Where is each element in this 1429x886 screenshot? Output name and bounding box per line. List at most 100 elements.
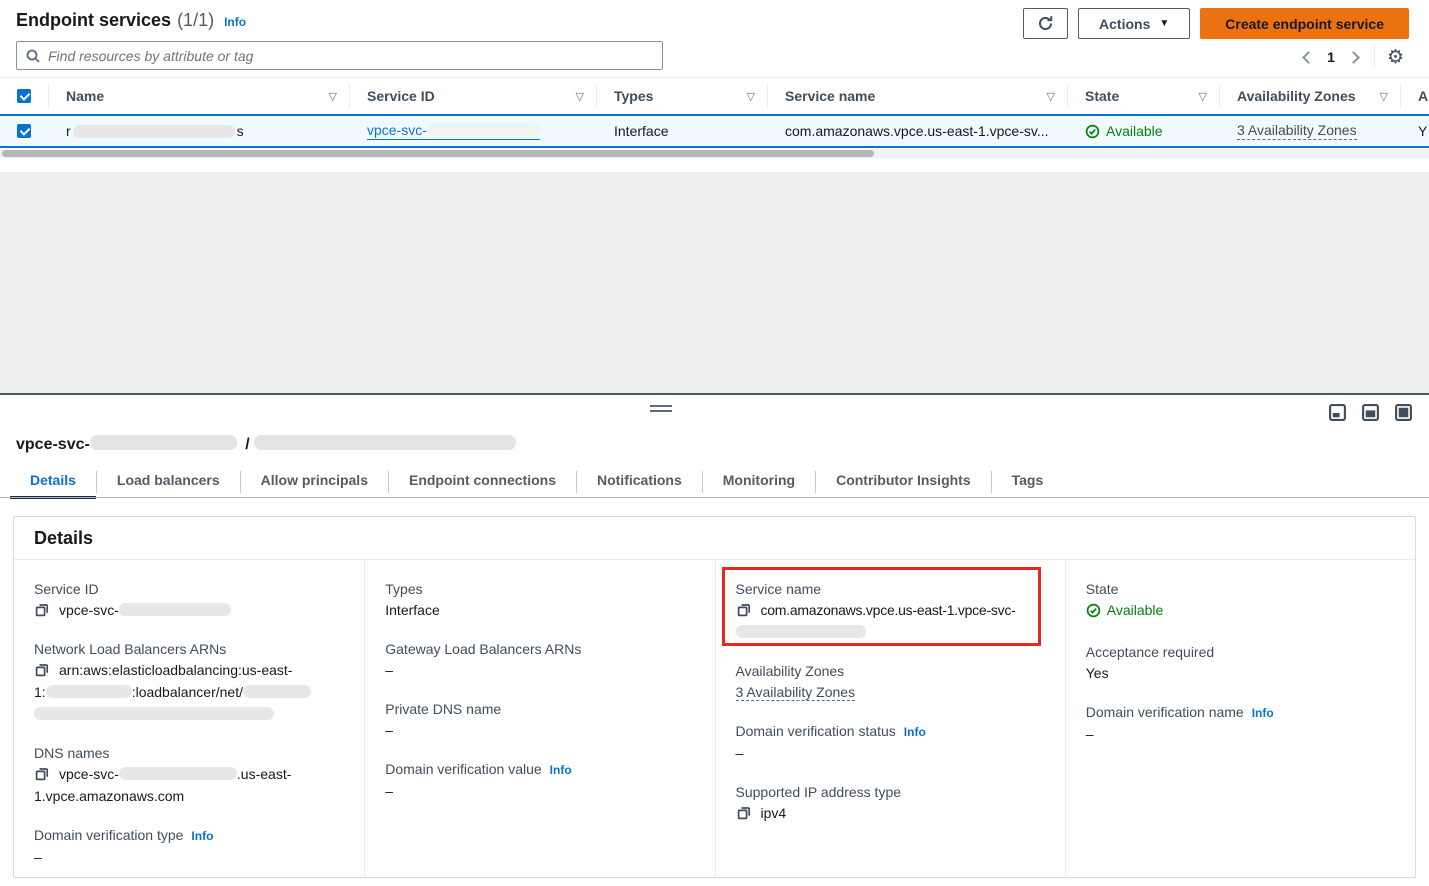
column-header-service-name[interactable]: Service name▽ (767, 78, 1067, 114)
panel-size-full-icon[interactable] (1394, 403, 1413, 422)
sort-icon[interactable]: ▽ (1047, 90, 1055, 103)
field-gateway-lb-arns: Gateway Load Balancers ARNs – (385, 639, 694, 681)
field-service-name: Service name com.amazonaws.vpce.us-east-… (736, 579, 1045, 643)
search-icon (25, 48, 41, 64)
page-number[interactable]: 1 (1327, 49, 1335, 65)
empty-area (0, 172, 1429, 393)
info-link[interactable]: Info (904, 725, 926, 739)
redaction (427, 123, 540, 136)
field-state: State Available (1086, 579, 1395, 624)
cell-availability-zones: 3 Availability Zones (1219, 116, 1400, 146)
endpoint-services-table: Name▽ Service ID▽ Types▽ Service name▽ S… (0, 77, 1429, 148)
copy-icon[interactable] (736, 602, 752, 618)
caret-down-icon: ▼ (1159, 18, 1169, 29)
tab-load-balancers[interactable]: Load balancers (97, 465, 240, 498)
cell-acceptance: Y (1400, 116, 1429, 146)
sort-icon[interactable]: ▽ (1380, 90, 1388, 103)
sort-icon[interactable]: ▽ (576, 90, 584, 103)
previous-page-icon[interactable] (1302, 51, 1315, 64)
info-link[interactable]: Info (550, 763, 572, 777)
field-supported-ip: Supported IP address type ipv4 (736, 782, 1045, 824)
field-types: Types Interface (385, 579, 694, 621)
status-available-icon (1085, 124, 1100, 139)
redaction (119, 767, 237, 780)
sort-icon[interactable]: ▽ (1199, 90, 1207, 103)
copy-icon[interactable] (736, 805, 752, 821)
service-id-link[interactable]: vpce-svc- (367, 122, 540, 140)
horizontal-scrollbar[interactable] (0, 149, 1429, 158)
redaction (736, 625, 866, 638)
panel-title: vpce-svc- / (16, 435, 516, 454)
cell-service-id: vpce-svc- (349, 116, 596, 146)
redaction (254, 435, 516, 450)
field-nlb-arns: Network Load Balancers ARNs arn:aws:elas… (34, 639, 344, 725)
column-header-name[interactable]: Name▽ (48, 78, 349, 114)
field-domain-verification-name: Domain verification nameInfo – (1086, 702, 1395, 745)
sort-icon[interactable]: ▽ (329, 90, 337, 103)
tab-monitoring[interactable]: Monitoring (703, 465, 815, 498)
copy-icon[interactable] (34, 662, 50, 678)
table-header-row: Name▽ Service ID▽ Types▽ Service name▽ S… (0, 78, 1429, 114)
row-checkbox[interactable] (0, 116, 48, 146)
cell-name: rs (48, 116, 349, 146)
redaction (34, 707, 274, 720)
scrollbar-thumb[interactable] (2, 150, 874, 157)
field-availability-zones: Availability Zones 3 Availability Zones (736, 661, 1045, 703)
field-domain-verification-type: Domain verification typeInfo – (34, 825, 344, 868)
redaction (243, 685, 311, 698)
column-header-acceptance[interactable]: A (1400, 78, 1429, 114)
page-header: Endpoint services (1/1) Info (16, 10, 246, 31)
field-acceptance-required: Acceptance required Yes (1086, 642, 1395, 684)
tab-notifications[interactable]: Notifications (577, 465, 702, 498)
details-column-4: State Available Acceptance required Yes … (1065, 560, 1415, 877)
tab-endpoint-connections[interactable]: Endpoint connections (389, 465, 576, 498)
sort-icon[interactable]: ▽ (747, 90, 755, 103)
actions-button[interactable]: Actions ▼ (1078, 8, 1190, 39)
availability-zones-link[interactable]: 3 Availability Zones (736, 684, 856, 701)
table-row[interactable]: rs vpce-svc- Interface com.amazonaws.vpc… (0, 114, 1429, 148)
refresh-button[interactable] (1023, 8, 1068, 39)
field-domain-verification-status: Domain verification statusInfo – (736, 721, 1045, 764)
field-dns-names: DNS names vpce-svc-.us-east- 1.vpce.amaz… (34, 743, 344, 807)
copy-icon[interactable] (34, 766, 50, 782)
split-panel-drag-handle[interactable] (650, 405, 672, 415)
tab-contributor-insights[interactable]: Contributor Insights (816, 465, 991, 498)
details-card: Details Service ID vpce-svc- Network Loa… (13, 516, 1416, 878)
details-column-3: Service name com.amazonaws.vpce.us-east-… (715, 560, 1065, 877)
panel-size-medium-icon[interactable] (1361, 403, 1380, 422)
info-link[interactable]: Info (191, 829, 213, 843)
info-link[interactable]: Info (1252, 706, 1274, 720)
endpoint-services-section: Endpoint services (1/1) Info Actions ▼ C… (0, 0, 1429, 172)
field-domain-verification-value: Domain verification valueInfo – (385, 759, 694, 802)
status-available-icon (1086, 603, 1101, 618)
redaction (90, 435, 237, 450)
column-header-types[interactable]: Types▽ (596, 78, 767, 114)
settings-gear-icon[interactable]: ⚙ (1387, 48, 1404, 67)
search-input[interactable] (48, 48, 654, 64)
page-title: Endpoint services (16, 10, 171, 31)
cell-state: Available (1067, 116, 1219, 146)
field-service-id: Service ID vpce-svc- (34, 579, 344, 621)
tab-allow-principals[interactable]: Allow principals (241, 465, 388, 498)
select-all-checkbox[interactable] (0, 78, 48, 114)
cell-types: Interface (596, 116, 767, 146)
column-header-state[interactable]: State▽ (1067, 78, 1219, 114)
tabs: DetailsLoad balancersAllow principalsEnd… (10, 465, 1429, 498)
availability-zones-link[interactable]: 3 Availability Zones (1237, 122, 1357, 140)
tab-details[interactable]: Details (10, 465, 96, 498)
split-panel: vpce-svc- / DetailsLoad balancersAllow p… (0, 393, 1429, 886)
copy-icon[interactable] (34, 602, 50, 618)
info-link[interactable]: Info (224, 15, 246, 29)
redaction (46, 685, 132, 698)
column-header-service-id[interactable]: Service ID▽ (349, 78, 596, 114)
redaction (119, 603, 231, 616)
details-column-1: Service ID vpce-svc- Network Load Balanc… (14, 560, 364, 877)
panel-size-small-icon[interactable] (1328, 403, 1347, 422)
search-box[interactable] (16, 41, 663, 70)
create-endpoint-service-button[interactable]: Create endpoint service (1200, 8, 1409, 39)
field-private-dns-name: Private DNS name – (385, 699, 694, 741)
next-page-icon[interactable] (1347, 51, 1360, 64)
tab-tags[interactable]: Tags (992, 465, 1064, 498)
column-header-availability-zones[interactable]: Availability Zones▽ (1219, 78, 1400, 114)
refresh-icon (1037, 15, 1054, 32)
